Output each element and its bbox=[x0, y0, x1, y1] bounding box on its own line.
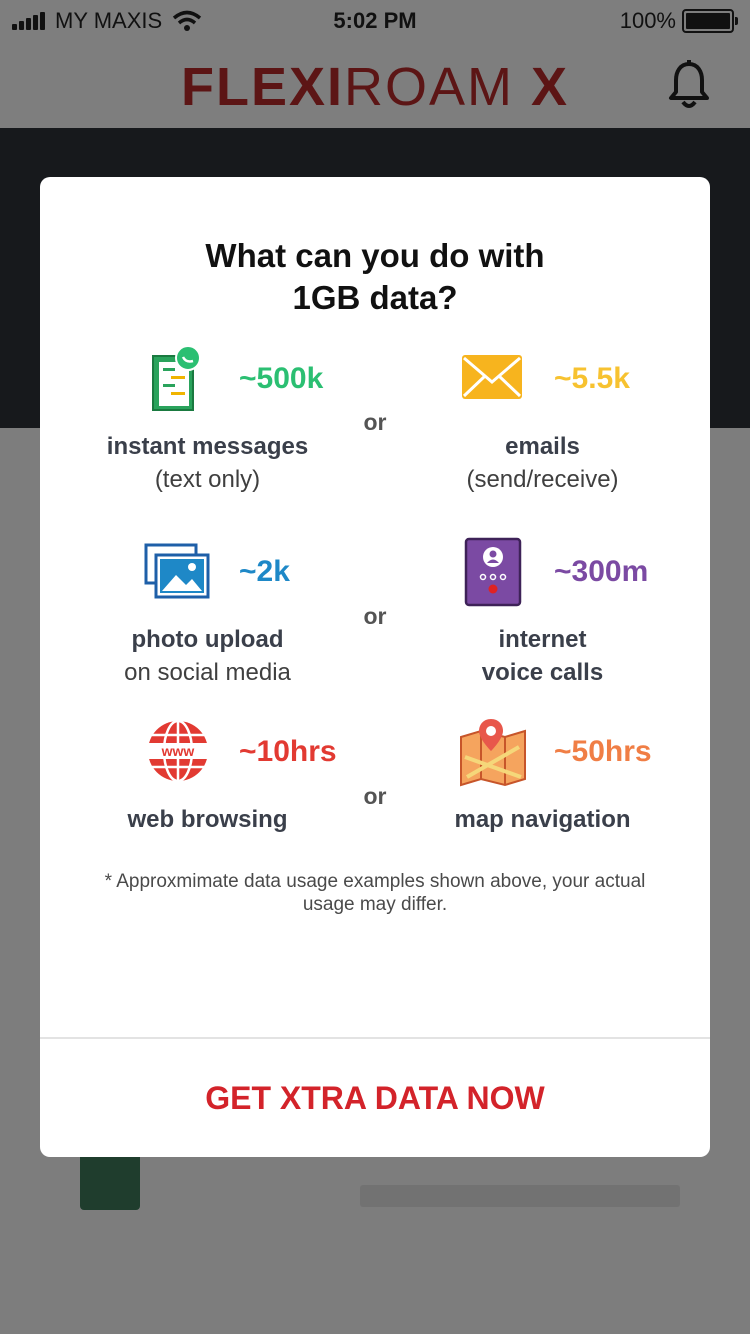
value-instant-messages: ~500k bbox=[239, 362, 324, 395]
modal-title: What can you do with 1GB data? bbox=[40, 235, 710, 319]
battery-percent: 100% bbox=[619, 8, 676, 33]
disclaimer-footnote: * Approxmimate data usage examples shown… bbox=[104, 871, 646, 915]
voice-call-phone-icon bbox=[464, 537, 522, 612]
www-globe-icon: www bbox=[146, 719, 210, 788]
data-usage-modal: What can you do with 1GB data? ~500k ins… bbox=[40, 177, 710, 1157]
value-voice-calls: ~300m bbox=[554, 555, 649, 588]
status-bar: MY MAXIS 5:02 PM 100% bbox=[0, 0, 750, 42]
or-separator: or bbox=[363, 409, 387, 435]
battery-icon bbox=[682, 9, 738, 33]
app-header: FLEXIROAM X bbox=[0, 42, 750, 128]
label-line2: on social media bbox=[124, 659, 291, 686]
item-map-navigation: ~50hrs map navigation bbox=[375, 717, 710, 837]
label-instant-messages: instant messages (text only) bbox=[40, 430, 375, 496]
get-xtra-data-button[interactable]: GET XTRA DATA NOW bbox=[40, 1039, 710, 1157]
photos-icon bbox=[144, 543, 210, 604]
label-line2: (send/receive) bbox=[466, 466, 619, 493]
envelope-icon bbox=[461, 354, 523, 405]
item-web-browsing: www ~10hrs web browsing bbox=[40, 717, 375, 837]
status-right: 100% bbox=[619, 8, 738, 34]
label-line2: voice calls bbox=[481, 659, 604, 686]
flexiroam-logo: FLEXIROAM X bbox=[0, 56, 750, 118]
value-map-navigation: ~50hrs bbox=[554, 735, 652, 768]
notification-bell-icon[interactable] bbox=[668, 60, 710, 115]
label-voice-calls: internet voice calls bbox=[375, 623, 710, 689]
map-pin-icon bbox=[459, 717, 527, 792]
label-photo-upload: photo upload on social media bbox=[40, 623, 375, 689]
logo-part-roam: ROAM bbox=[343, 57, 514, 117]
value-photo-upload: ~2k bbox=[239, 555, 290, 588]
whatsapp-chat-icon bbox=[150, 344, 202, 417]
value-web-browsing: ~10hrs bbox=[239, 735, 337, 768]
modal-title-line2: 1GB data? bbox=[292, 279, 458, 316]
label-line2: (text only) bbox=[154, 466, 261, 493]
or-separator: or bbox=[363, 783, 387, 809]
background-thumbnail bbox=[80, 1150, 140, 1210]
modal-title-line1: What can you do with bbox=[205, 237, 545, 274]
label-emails: emails (send/receive) bbox=[375, 430, 710, 496]
or-separator: or bbox=[363, 603, 387, 629]
background-text-line bbox=[360, 1185, 680, 1207]
value-emails: ~5.5k bbox=[554, 362, 630, 395]
svg-text:www: www bbox=[161, 743, 195, 759]
logo-part-flexi: FLEXI bbox=[180, 57, 344, 117]
logo-part-x: X bbox=[531, 57, 570, 117]
